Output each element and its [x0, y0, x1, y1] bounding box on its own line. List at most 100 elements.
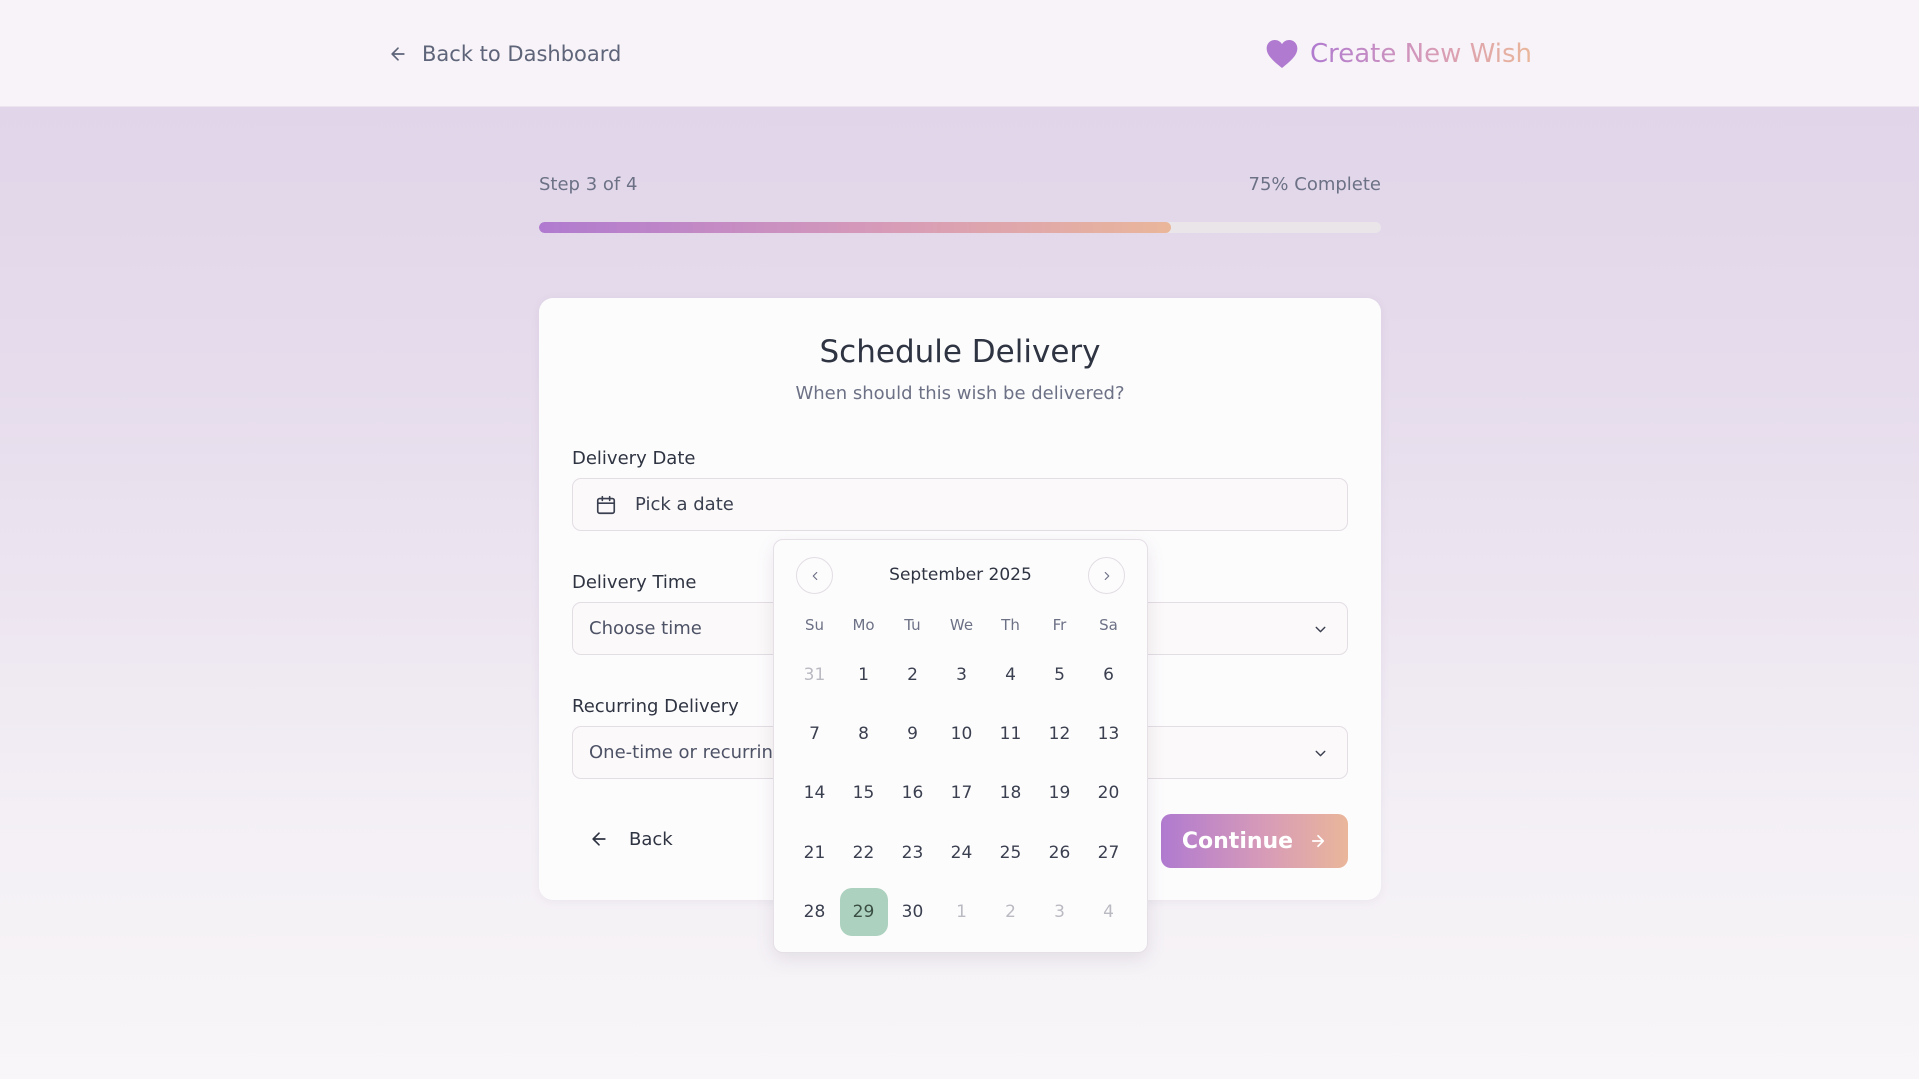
calendar-day[interactable]: 26	[1035, 823, 1084, 882]
calendar-day[interactable]: 3	[937, 645, 986, 704]
back-to-dashboard-link[interactable]: Back to Dashboard	[388, 38, 621, 70]
calendar-day[interactable]: 23	[888, 823, 937, 882]
calendar-day-number: 17	[950, 783, 973, 804]
calendar-day-number: 5	[1054, 664, 1065, 685]
calendar-day[interactable]: 28	[790, 883, 839, 942]
recurring-delivery-placeholder: One-time or recurring	[589, 742, 785, 763]
calendar-day-number: 18	[999, 783, 1022, 804]
arrow-right-icon	[1312, 834, 1325, 848]
weekday-header: Fr	[1052, 616, 1067, 634]
calendar-day[interactable]: 24	[937, 823, 986, 882]
calendar-day[interactable]: 3	[1035, 883, 1084, 942]
calendar-day[interactable]: 2	[888, 645, 937, 704]
calendar-day[interactable]: 1	[937, 883, 986, 942]
calendar-day[interactable]: 1	[839, 645, 888, 704]
calendar-day[interactable]: 12	[1035, 704, 1084, 763]
calendar-day-number: 30	[901, 902, 924, 923]
delivery-date-picker[interactable]: Pick a date	[572, 478, 1348, 531]
calendar-day-number: 6	[1103, 664, 1114, 685]
calendar-day[interactable]: 18	[986, 764, 1035, 823]
delivery-date-label: Delivery Date	[572, 448, 696, 469]
calendar-day-number: 29	[839, 888, 888, 937]
calendar-day[interactable]: 5	[1035, 645, 1084, 704]
calendar-day-number: 23	[901, 842, 924, 863]
calendar-day[interactable]: 21	[790, 823, 839, 882]
calendar-day-number: 2	[907, 664, 918, 685]
back-button[interactable]: Back	[589, 818, 673, 860]
calendar-day[interactable]: 17	[937, 764, 986, 823]
calendar-day-number: 26	[1048, 842, 1071, 863]
arrow-left-icon	[391, 47, 405, 61]
calendar-day-number: 16	[901, 783, 924, 804]
weekday-header: Su	[804, 616, 825, 634]
calendar-day-number: 15	[852, 783, 875, 804]
calendar-day-number: 31	[803, 664, 826, 685]
calendar-day[interactable]: 9	[888, 704, 937, 763]
calendar-day-number: 28	[803, 902, 826, 923]
calendar-day-number: 24	[950, 842, 973, 863]
recurring-delivery-label: Recurring Delivery	[572, 696, 739, 717]
calendar-day-number: 11	[999, 724, 1022, 745]
progress-bar	[539, 222, 1381, 233]
calendar-day[interactable]: 22	[839, 823, 888, 882]
date-picker-popover: September 2025 Su Mo Tu We Th Fr Sa 31 1 2 3 4 5 6 7 8…	[773, 539, 1148, 953]
calendar-day-number: 19	[1048, 783, 1071, 804]
calendar-icon	[596, 495, 616, 514]
weekday-header: Sa	[1099, 616, 1118, 634]
calendar-day[interactable]: 4	[986, 645, 1035, 704]
continue-button-label: Continue	[1181, 828, 1294, 854]
weekday-header: We	[949, 616, 974, 634]
back-button-label: Back	[629, 828, 673, 850]
calendar-day[interactable]: 13	[1084, 704, 1133, 763]
next-month-button[interactable]	[1088, 557, 1125, 594]
calendar-day[interactable]: 20	[1084, 764, 1133, 823]
calendar-day-selected[interactable]: 29	[839, 883, 888, 942]
calendar-day-number: 1	[858, 664, 869, 685]
delivery-time-label: Delivery Time	[572, 572, 697, 593]
calendar-day-number: 4	[1005, 664, 1016, 685]
delivery-time-placeholder: Choose time	[589, 618, 702, 639]
calendar-day-number: 27	[1097, 842, 1120, 863]
calendar-day[interactable]: 27	[1084, 823, 1133, 882]
calendar-day-number: 3	[1054, 902, 1065, 923]
arrow-left-icon	[592, 832, 606, 846]
back-to-dashboard-label: Back to Dashboard	[422, 42, 622, 66]
card-title: Schedule Delivery	[819, 334, 1101, 370]
calendar-day[interactable]: 4	[1084, 883, 1133, 942]
calendar-day[interactable]: 2	[986, 883, 1035, 942]
calendar-day-number: 14	[803, 783, 826, 804]
calendar-day[interactable]: 6	[1084, 645, 1133, 704]
calendar-day[interactable]: 19	[1035, 764, 1084, 823]
calendar-day-number: 2	[1005, 902, 1016, 923]
heart-icon	[1266, 40, 1298, 68]
page-title: Create New Wish	[1309, 39, 1532, 69]
calendar-day[interactable]: 30	[888, 883, 937, 942]
calendar-day-number: 12	[1048, 724, 1071, 745]
weekday-header: Tu	[904, 616, 921, 634]
calendar-day-number: 25	[999, 842, 1022, 863]
calendar-day-number: 10	[950, 724, 973, 745]
calendar-day[interactable]: 16	[888, 764, 937, 823]
continue-button[interactable]: Continue	[1161, 814, 1348, 868]
calendar-day[interactable]: 8	[839, 704, 888, 763]
calendar-day[interactable]: 7	[790, 704, 839, 763]
calendar-day[interactable]: 25	[986, 823, 1035, 882]
chevron-down-icon	[1315, 626, 1326, 633]
calendar-days-grid: 31 1 2 3 4 5 6 7 8 9 10 11 12 13 14 15 16 17 18 19 20 21 22 23 2…	[790, 645, 1133, 942]
calendar-day[interactable]: 31	[790, 645, 839, 704]
calendar-day-number: 3	[956, 664, 967, 685]
calendar-day-number: 4	[1103, 902, 1114, 923]
chevron-down-icon	[1315, 750, 1326, 757]
top-bar: Back to Dashboard Create New Wish	[0, 0, 1919, 107]
calendar-day-number: 22	[852, 842, 875, 863]
step-indicator: Step 3 of 4	[539, 174, 638, 195]
calendar-day-number: 21	[803, 842, 826, 863]
calendar-day[interactable]: 11	[986, 704, 1035, 763]
weekday-header: Th	[1001, 616, 1020, 634]
calendar-day-number: 9	[907, 724, 918, 745]
calendar-day[interactable]: 15	[839, 764, 888, 823]
brand: Create New Wish	[1266, 34, 1532, 74]
calendar-day[interactable]: 14	[790, 764, 839, 823]
calendar-day[interactable]: 10	[937, 704, 986, 763]
progress-fill	[539, 222, 1171, 233]
